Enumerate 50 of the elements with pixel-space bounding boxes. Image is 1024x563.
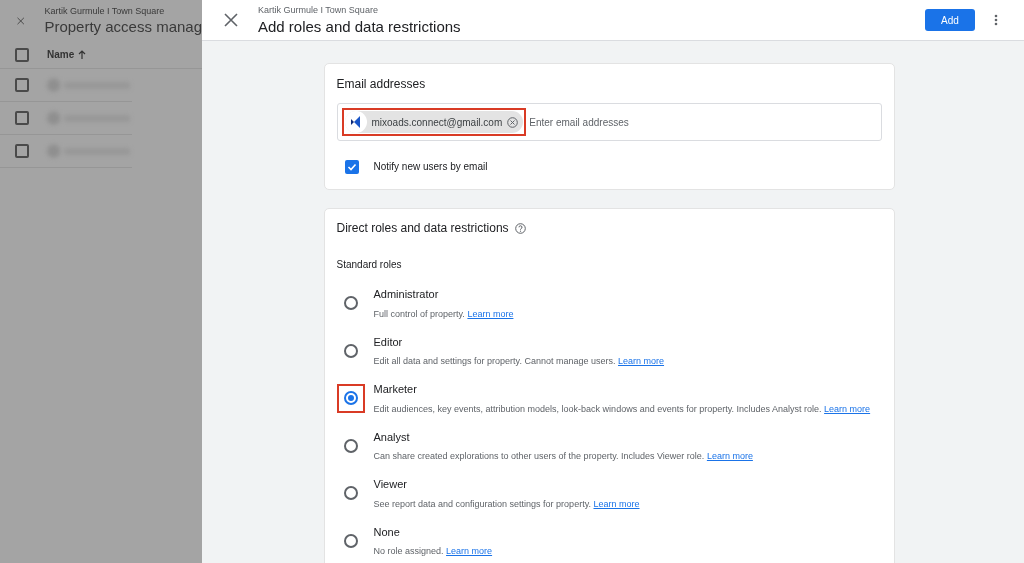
role-description: Edit audiences, key events, attribution models, look-back windows and events for property. Includes Analyst role. Learn more	[373, 402, 871, 416]
learn-more-link[interactable]: Learn more	[706, 451, 753, 461]
radio-button[interactable]	[343, 391, 358, 406]
breadcrumb: Kartik Gurmule I Town Square	[258, 4, 379, 18]
add-button[interactable]: Add	[925, 9, 975, 31]
role-description: See report data and configuration settings for property. Learn more	[373, 497, 640, 511]
help-icon[interactable]	[514, 222, 526, 234]
radio-button[interactable]	[343, 296, 358, 311]
column-header[interactable]: Name	[47, 47, 87, 62]
card-title: Email addresses	[336, 76, 427, 93]
role-description: Can share created explorations to other users of the property. Includes Viewer role. Learn more	[373, 450, 753, 463]
checkbox[interactable]	[15, 144, 29, 158]
more-options-icon[interactable]	[994, 14, 998, 26]
card-title: Direct roles and data restrictions	[336, 220, 509, 237]
radio-button[interactable]	[343, 438, 358, 453]
email-input[interactable]: Enter email addresses	[529, 114, 875, 130]
learn-more-link[interactable]: Learn more	[824, 403, 871, 414]
checkbox[interactable]	[15, 111, 29, 125]
dialog-title: Add roles and data restrictions	[258, 17, 462, 36]
checkbox[interactable]	[15, 47, 29, 62]
role-name: None	[373, 524, 401, 540]
learn-more-link[interactable]: Learn more	[446, 546, 493, 556]
close-icon[interactable]	[224, 13, 238, 27]
role-description: Full control of property. Learn more	[373, 307, 514, 321]
section-subtitle: Standard roles	[336, 258, 403, 272]
learn-more-link[interactable]: Learn more	[618, 356, 665, 366]
role-name: Marketer	[373, 382, 418, 397]
checkbox-label: Notify new users by email	[373, 160, 488, 174]
email-chip[interactable]: mixoads.connect@gmail.com	[343, 110, 525, 134]
role-name: Analyst	[373, 429, 411, 445]
radio-button[interactable]	[343, 343, 358, 358]
arrow-up-icon	[78, 50, 87, 59]
learn-more-link[interactable]: Learn more	[467, 308, 514, 319]
checkbox[interactable]	[15, 78, 29, 92]
role-name: Administrator	[373, 287, 440, 302]
learn-more-link[interactable]: Learn more	[593, 498, 640, 509]
checkbox[interactable]	[344, 159, 359, 174]
role-description: Edit all data and settings for property. Cannot manage users. Learn more	[373, 355, 665, 368]
role-name: Viewer	[373, 477, 408, 492]
role-description: No role assigned. Learn more	[373, 545, 493, 558]
radio-button[interactable]	[343, 533, 358, 548]
chip-email: mixoads.connect@gmail.com	[371, 115, 503, 130]
remove-icon[interactable]	[507, 116, 519, 128]
email-field[interactable]: mixoads.connect@gmail.com Enter email addresses	[336, 103, 882, 141]
breadcrumb: Kartik Gurmule I Town Square	[44, 4, 166, 18]
role-name: Editor	[373, 334, 404, 350]
check-icon	[346, 161, 357, 172]
radio-button[interactable]	[343, 486, 358, 501]
logo-icon	[344, 111, 367, 133]
page-title: Property access manag	[44, 18, 202, 37]
